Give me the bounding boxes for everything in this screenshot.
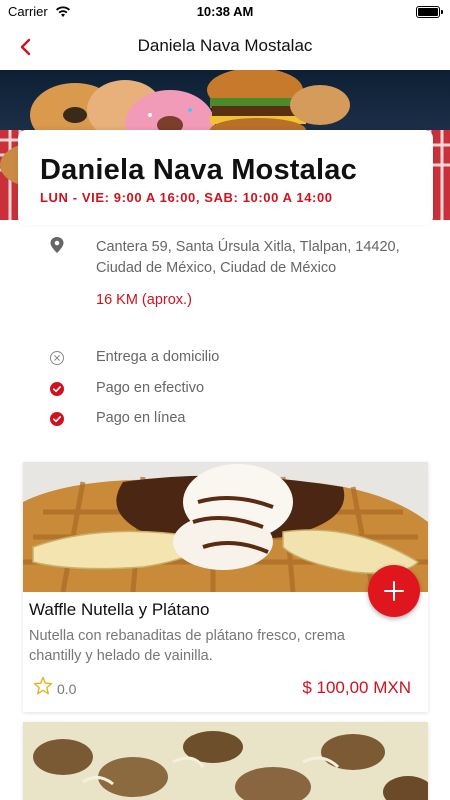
feature-cash-payment: Pago en efectivo xyxy=(0,378,450,402)
product-card-partial[interactable] xyxy=(23,722,428,800)
restaurant-address: Cantera 59, Santa Úrsula Xitla, Tlalpan,… xyxy=(96,239,400,276)
check-icon xyxy=(50,382,64,396)
opening-hours: LUN - VIE: 9:00 A 16:00, SAB: 10:00 A 14… xyxy=(40,190,333,205)
feature-online-payment: Pago en línea xyxy=(0,408,450,432)
product-price: $ 100,00 MXN xyxy=(302,678,411,697)
clock: 10:38 AM xyxy=(196,4,254,19)
battery-icon xyxy=(416,6,443,18)
feature-label: Entrega a domicilio xyxy=(96,349,220,365)
product-description: Nutella con rebanaditas de plátano fresc… xyxy=(29,628,345,664)
product-card[interactable]: Waffle Nutella y Plátano Nutella con reb… xyxy=(23,462,428,712)
status-bar: Carrier 10:38 AM xyxy=(0,0,450,24)
page-title: Daniela Nava Mostalac xyxy=(137,36,313,55)
restaurant-name: Daniela Nava Mostalac xyxy=(40,154,357,186)
feature-label: Pago en línea xyxy=(96,410,186,426)
add-to-cart-button[interactable] xyxy=(368,565,420,617)
product-image xyxy=(23,722,428,800)
unavailable-icon xyxy=(50,351,64,365)
product-rating: 0.0 xyxy=(57,681,77,697)
check-icon xyxy=(50,412,64,426)
navigation-bar: Daniela Nava Mostalac xyxy=(0,24,450,70)
restaurant-info-card: Daniela Nava Mostalac LUN - VIE: 9:00 A … xyxy=(18,130,433,225)
location-pin-icon xyxy=(50,237,64,253)
distance-label: 16 KM (aprox.) xyxy=(96,292,192,308)
star-icon xyxy=(33,676,53,695)
plus-icon xyxy=(384,581,404,601)
feature-home-delivery: Entrega a domicilio xyxy=(0,347,450,371)
product-image xyxy=(23,462,428,592)
feature-label: Pago en efectivo xyxy=(96,380,205,396)
product-name: Waffle Nutella y Plátano xyxy=(29,600,210,619)
